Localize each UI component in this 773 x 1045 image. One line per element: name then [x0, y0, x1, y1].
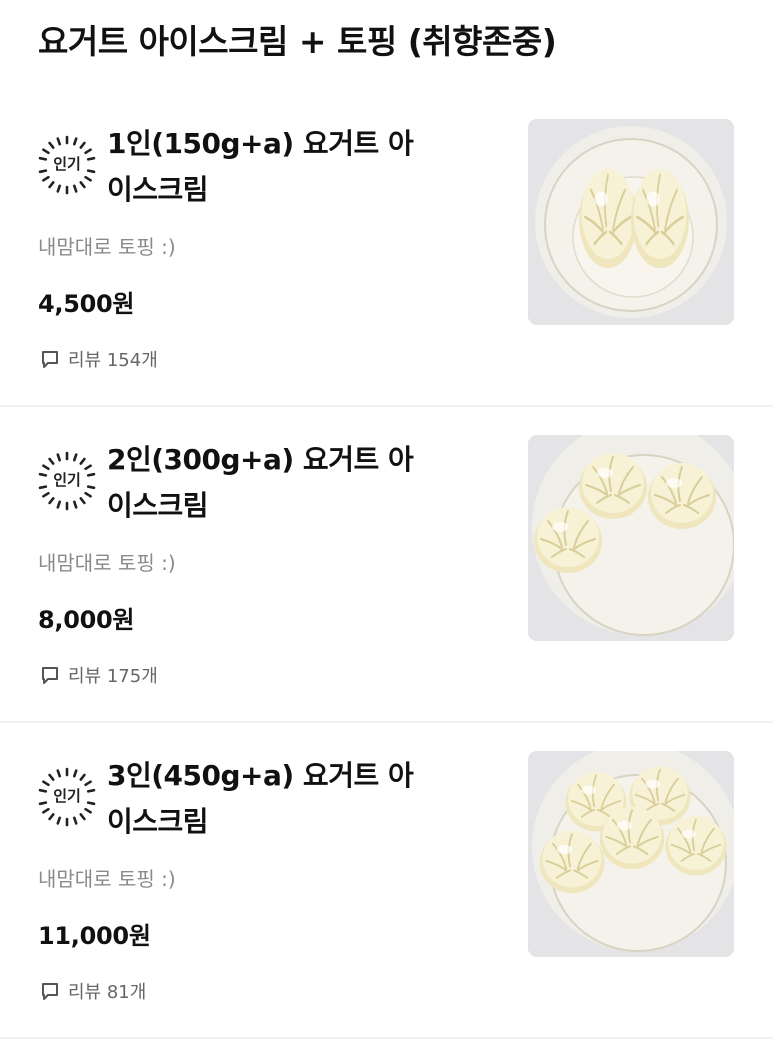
speech-bubble-icon	[42, 983, 58, 1000]
menu-item-image[interactable]	[528, 751, 734, 957]
popular-badge: 인기	[36, 134, 98, 196]
speech-bubble-icon	[42, 351, 58, 368]
menu-item-name: 1인(150g+a) 요거트 아이스크림	[107, 127, 414, 206]
yogurt-cup-icon	[528, 119, 734, 325]
menu-item-description: 내맘대로 토핑 :)	[38, 235, 176, 259]
menu-item-image[interactable]	[528, 435, 734, 641]
yogurt-cup-icon	[528, 435, 734, 641]
section-title: 요거트 아이스크림 + 토핑 (취향존중)	[38, 22, 557, 61]
menu-item-1[interactable]: 인기 1인(150g+a) 요거트 아이스크림 내맘대로 토핑 :) 4,500…	[0, 91, 773, 406]
review-count: 리뷰 175개	[40, 661, 158, 689]
review-count-label: 리뷰 81개	[68, 982, 147, 1003]
badge-label: 인기	[53, 787, 81, 805]
badge-label: 인기	[53, 471, 81, 489]
menu-item-2[interactable]: 인기 2인(300g+a) 요거트 아이스크림 내맘대로 토핑 :) 8,000…	[0, 407, 773, 722]
popular-badge: 인기	[36, 766, 98, 828]
menu-item-price: 4,500원	[38, 290, 135, 318]
divider	[0, 1037, 773, 1039]
menu-item-3[interactable]: 인기 3인(450g+a) 요거트 아이스크림 내맘대로 토핑 :) 11,00…	[0, 723, 773, 1038]
review-count-label: 리뷰 154개	[68, 350, 158, 371]
popular-badge: 인기	[36, 450, 98, 512]
menu-page: 요거트 아이스크림 + 토핑 (취향존중) 인기 1인(150g+a) 요거트 …	[0, 0, 773, 1045]
review-count: 리뷰 81개	[40, 977, 146, 1005]
review-count: 리뷰 154개	[40, 345, 158, 373]
speech-bubble-icon	[42, 667, 58, 684]
menu-item-price: 8,000원	[38, 606, 135, 634]
menu-item-description: 내맘대로 토핑 :)	[38, 867, 176, 891]
review-count-label: 리뷰 175개	[68, 666, 158, 687]
menu-item-image[interactable]	[528, 119, 734, 325]
menu-item-description: 내맘대로 토핑 :)	[38, 551, 176, 575]
menu-item-price: 11,000원	[38, 922, 151, 950]
menu-item-name: 2인(300g+a) 요거트 아이스크림	[107, 443, 414, 522]
badge-label: 인기	[53, 155, 81, 173]
menu-item-name: 3인(450g+a) 요거트 아이스크림	[107, 759, 414, 838]
yogurt-cup-icon	[528, 751, 734, 957]
